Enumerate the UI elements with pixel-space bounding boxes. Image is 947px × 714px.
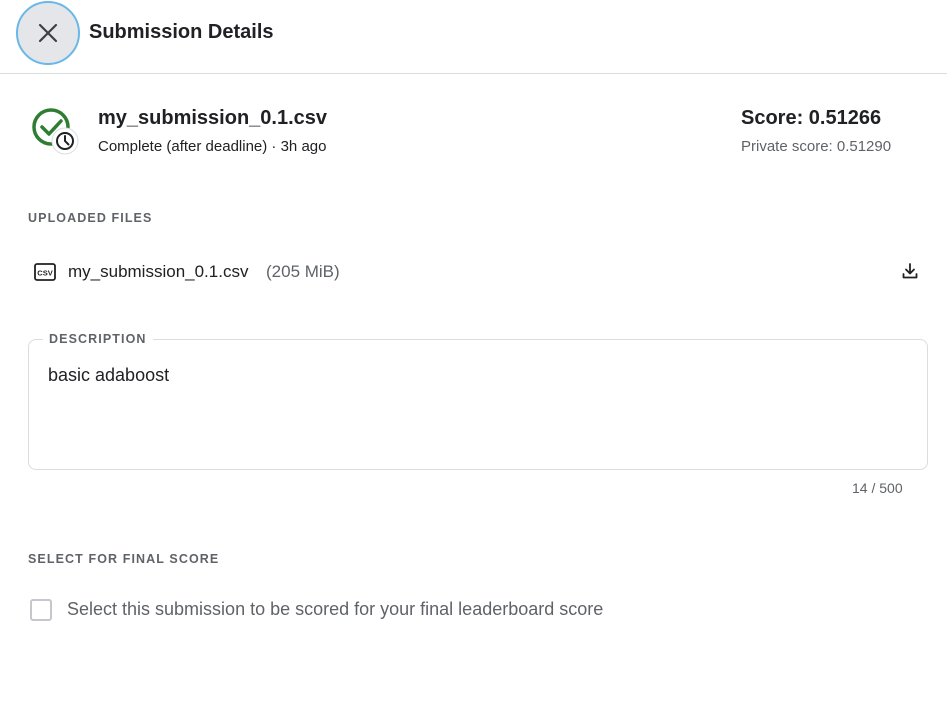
check-circle-clock-icon [30, 106, 80, 158]
close-button[interactable] [16, 1, 80, 65]
uploaded-file-size: (205 MiB) [266, 262, 340, 281]
description-label: DESCRIPTION [43, 332, 153, 346]
uploaded-file-row: CSV my_submission_0.1.csv (205 MiB) [28, 252, 928, 292]
description-value[interactable]: basic adaboost [48, 365, 169, 386]
final-score-checkbox[interactable] [30, 599, 52, 621]
submission-status: Complete (after deadline) · 3h ago [98, 138, 327, 155]
submission-file-name: my_submission_0.1.csv [98, 107, 328, 129]
dialog-title: Submission Details [89, 21, 274, 43]
uploaded-file-name: my_submission_0.1.csv [68, 262, 249, 281]
final-score-checkbox-label[interactable]: Select this submission to be scored for … [67, 599, 603, 620]
uploaded-files-heading: UPLOADED FILES [28, 211, 153, 225]
svg-text:CSV: CSV [37, 269, 52, 278]
close-icon [38, 23, 58, 43]
final-score-heading: SELECT FOR FINAL SCORE [28, 552, 220, 566]
dialog-header: Submission Details [0, 0, 947, 74]
download-button[interactable] [900, 261, 920, 281]
csv-file-icon: CSV [34, 263, 56, 286]
download-icon [902, 263, 918, 279]
public-score: Score: 0.51266 [741, 107, 882, 129]
character-counter: 14 / 500 [852, 480, 903, 496]
private-score: Private score: 0.51290 [741, 138, 892, 155]
description-field[interactable]: DESCRIPTION basic adaboost [28, 332, 928, 470]
